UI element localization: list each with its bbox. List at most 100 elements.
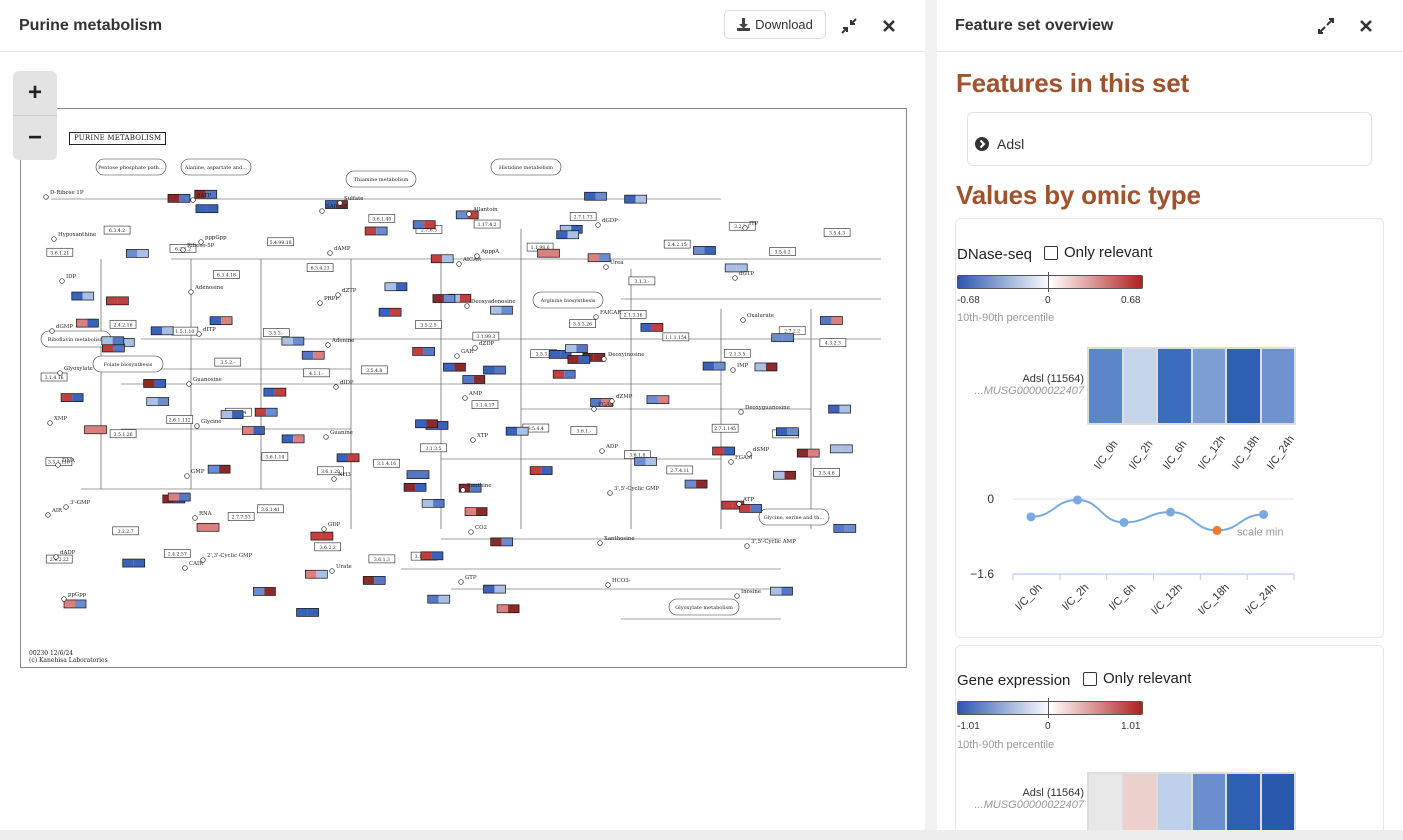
- compound-node[interactable]: [472, 345, 478, 351]
- compound-node[interactable]: [462, 395, 468, 401]
- gene-expression-box[interactable]: [220, 410, 244, 419]
- gene-expression-box[interactable]: [684, 479, 708, 489]
- compound-node[interactable]: [53, 554, 59, 560]
- gene-expression-box[interactable]: [430, 254, 454, 264]
- gene-expression-box[interactable]: [126, 249, 149, 258]
- gene-expression-box[interactable]: [146, 397, 170, 406]
- data-point[interactable]: [1212, 525, 1222, 535]
- heatmap-cell[interactable]: [1261, 349, 1294, 423]
- compound-node[interactable]: [194, 423, 200, 429]
- gene-expression-box[interactable]: [364, 226, 388, 236]
- compound-node[interactable]: [607, 490, 613, 496]
- pathway-diagram[interactable]: Pentose phosphate path… Alanine, aspartat…: [21, 109, 907, 668]
- compound-node[interactable]: [746, 451, 752, 457]
- only-relevant-checkbox[interactable]: [1083, 671, 1097, 686]
- gene-expression-box[interactable]: [462, 375, 486, 384]
- gene-expression-box[interactable]: [421, 498, 445, 508]
- gene-expression-box[interactable]: [195, 204, 219, 214]
- compound-node[interactable]: [742, 225, 748, 231]
- gene-expression-box[interactable]: [432, 294, 456, 303]
- gene-expression-box[interactable]: [406, 470, 430, 479]
- gene-expression-box[interactable]: [552, 369, 576, 379]
- gene-expression-box[interactable]: [556, 230, 580, 240]
- gene-expression-box[interactable]: [693, 246, 716, 255]
- compound-node[interactable]: [738, 409, 744, 415]
- data-point[interactable]: [1119, 517, 1129, 527]
- close-icon[interactable]: [879, 16, 899, 36]
- compound-node[interactable]: [323, 434, 329, 440]
- data-point[interactable]: [1166, 507, 1175, 517]
- gene-expression-box[interactable]: [624, 194, 647, 204]
- only-relevant-toggle[interactable]: Only relevant: [1083, 670, 1191, 687]
- compound-node[interactable]: [591, 406, 597, 412]
- compound-node[interactable]: [182, 565, 188, 571]
- gene-expression-box[interactable]: [196, 522, 220, 532]
- gene-expression-box[interactable]: [362, 576, 386, 585]
- gene-expression-box[interactable]: [384, 282, 408, 292]
- gene-expression-box[interactable]: [505, 426, 529, 436]
- gene-expression-box[interactable]: [565, 344, 588, 354]
- gene-expression-box[interactable]: [415, 419, 438, 429]
- compound-node[interactable]: [605, 582, 611, 588]
- gene-expression-box[interactable]: [796, 448, 820, 458]
- data-point[interactable]: [1259, 509, 1268, 519]
- gene-expression-box[interactable]: [60, 393, 84, 402]
- gene-expression-box[interactable]: [771, 333, 794, 343]
- gene-expression-box[interactable]: [427, 594, 451, 604]
- gene-expression-box[interactable]: [490, 537, 514, 547]
- gene-expression-box[interactable]: [464, 507, 488, 516]
- compound-node[interactable]: [734, 593, 740, 599]
- compound-node[interactable]: [61, 596, 67, 602]
- gene-expression-box[interactable]: [122, 558, 146, 568]
- gene-expression-box[interactable]: [76, 318, 99, 328]
- gene-expression-box[interactable]: [106, 296, 129, 306]
- compound-node[interactable]: [325, 342, 331, 348]
- zoom-in-button[interactable]: +: [13, 71, 57, 115]
- compound-node[interactable]: [180, 247, 186, 253]
- feature-list-item[interactable]: Adsl: [967, 112, 1372, 166]
- gene-expression-box[interactable]: [378, 307, 402, 317]
- data-point[interactable]: [1073, 495, 1082, 505]
- gene-expression-box[interactable]: [301, 350, 325, 360]
- compound-node[interactable]: [744, 543, 750, 549]
- compound-node[interactable]: [196, 331, 202, 337]
- gene-expression-box[interactable]: [310, 531, 334, 541]
- compound-node[interactable]: [321, 526, 327, 532]
- compound-node[interactable]: [327, 250, 333, 256]
- compound-node[interactable]: [190, 197, 196, 203]
- zoom-out-button[interactable]: −: [13, 116, 57, 160]
- expand-icon[interactable]: [1316, 16, 1336, 36]
- compound-node[interactable]: [43, 194, 49, 200]
- compound-node[interactable]: [597, 540, 603, 546]
- compound-node[interactable]: [200, 557, 206, 563]
- gene-expression-box[interactable]: [833, 524, 857, 533]
- gene-expression-box[interactable]: [634, 457, 657, 466]
- compound-node[interactable]: [454, 353, 460, 359]
- compound-node[interactable]: [57, 370, 63, 376]
- gene-expression-box[interactable]: [483, 584, 506, 594]
- compound-node[interactable]: [186, 381, 192, 387]
- gene-expression-box[interactable]: [412, 220, 436, 230]
- compound-node[interactable]: [188, 289, 194, 295]
- gene-expression-box[interactable]: [209, 316, 233, 326]
- gene-expression-box[interactable]: [770, 586, 793, 596]
- compound-node[interactable]: [335, 292, 341, 298]
- compound-node[interactable]: [736, 501, 742, 507]
- compound-node[interactable]: [728, 459, 734, 465]
- gene-expression-box[interactable]: [529, 466, 553, 475]
- compound-node[interactable]: [329, 568, 335, 574]
- gene-expression-box[interactable]: [584, 191, 607, 201]
- compound-node[interactable]: [63, 504, 69, 510]
- compound-node[interactable]: [319, 208, 325, 214]
- compound-node[interactable]: [730, 367, 736, 373]
- compound-node[interactable]: [599, 448, 605, 454]
- heatmap-cell[interactable]: [1123, 349, 1156, 423]
- compound-node[interactable]: [59, 278, 65, 284]
- compound-node[interactable]: [51, 236, 57, 242]
- compound-node[interactable]: [601, 356, 607, 362]
- heatmap-cell[interactable]: [1123, 774, 1156, 830]
- gene-expression-box[interactable]: [483, 365, 506, 375]
- gene-expression-box[interactable]: [254, 407, 278, 417]
- gene-expression-box[interactable]: [281, 336, 305, 346]
- heatmap-cell[interactable]: [1192, 349, 1225, 423]
